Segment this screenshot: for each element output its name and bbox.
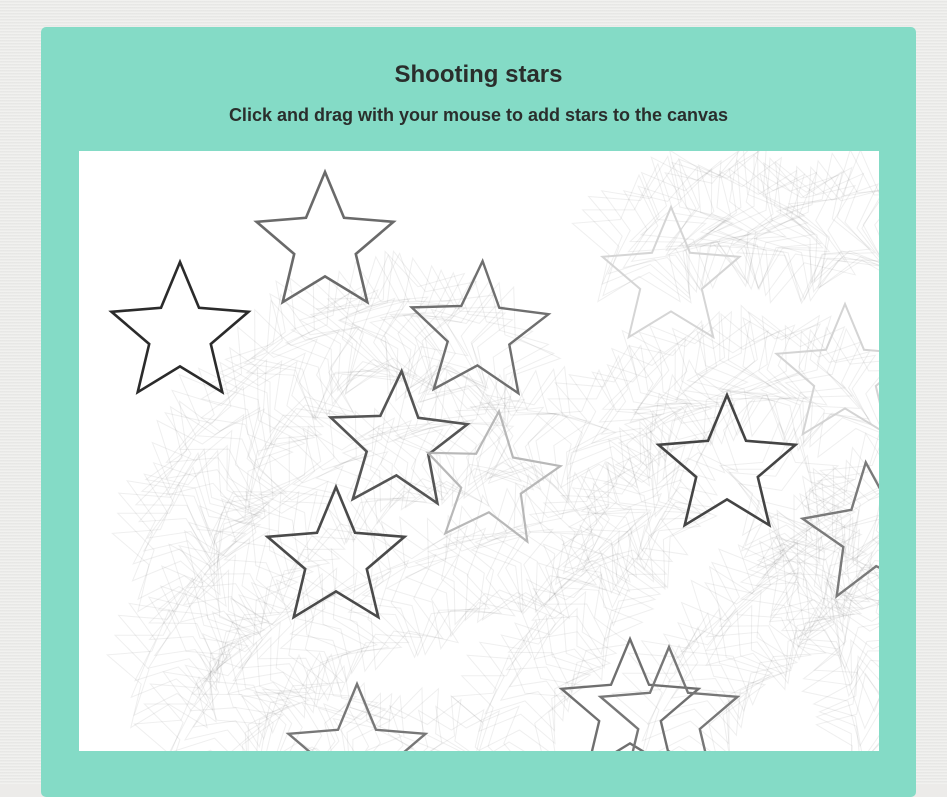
canvas-surface[interactable]: [79, 151, 879, 751]
star-trail-mark: [695, 169, 823, 291]
star-shape: [655, 391, 799, 528]
star-trails: [105, 151, 879, 751]
star-trail-mark: [231, 475, 346, 588]
star-trail-mark: [580, 438, 707, 561]
star-trail-mark: [361, 515, 503, 656]
page-title: Shooting stars: [394, 61, 563, 88]
instructions-text: Click and drag with your mouse to add st…: [228, 105, 729, 125]
star-trail-mark: [165, 358, 310, 504]
star-trail-mark: [801, 618, 879, 748]
drawing-canvas[interactable]: [79, 151, 879, 751]
star-shape: [253, 168, 397, 305]
app-panel: Shooting stars Click and drag with your …: [41, 27, 916, 797]
star-shape: [108, 258, 252, 395]
star-trail-mark: [611, 643, 747, 751]
star-trail-mark: [581, 162, 727, 304]
star-trail-mark: [347, 532, 480, 659]
star-trail-mark: [332, 407, 446, 525]
